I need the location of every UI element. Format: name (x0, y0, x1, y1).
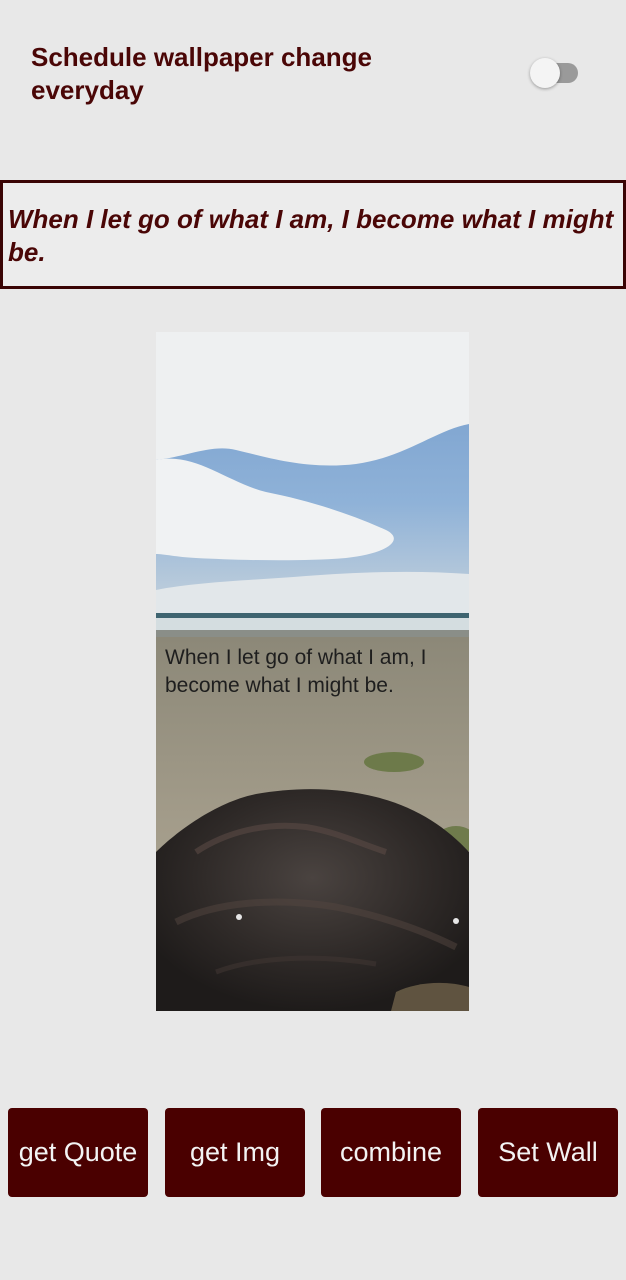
get-quote-button[interactable]: get Quote (8, 1108, 148, 1197)
get-img-button[interactable]: get Img (165, 1108, 305, 1197)
toggle-thumb (530, 58, 560, 88)
set-wall-button[interactable]: Set Wall (478, 1108, 618, 1197)
schedule-toggle[interactable] (530, 58, 580, 88)
quote-text: When I let go of what I am, I become wha… (8, 204, 614, 267)
quote-box: When I let go of what I am, I become wha… (0, 180, 626, 289)
preview-caption: When I let go of what I am, I become wha… (165, 646, 427, 697)
wallpaper-preview: When I let go of what I am, I become wha… (156, 332, 469, 1011)
schedule-label: Schedule wallpaper change everyday (31, 42, 372, 105)
combine-button[interactable]: combine (321, 1108, 461, 1197)
